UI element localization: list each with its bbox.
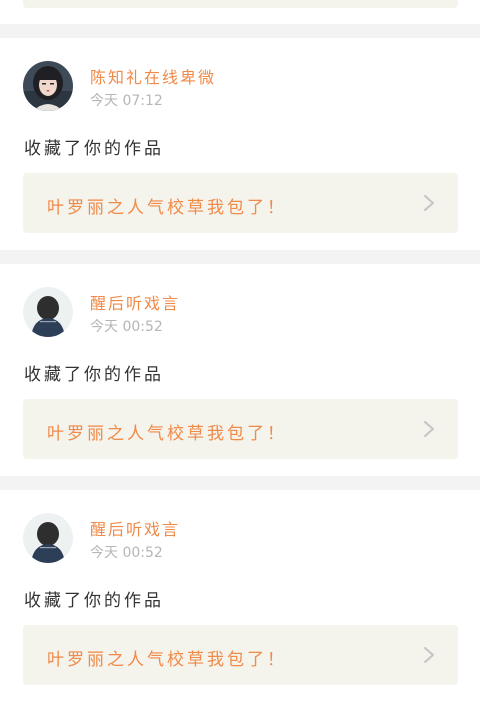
chevron-right-icon bbox=[424, 647, 434, 663]
chevron-right-icon bbox=[424, 421, 434, 437]
timestamp: 今天 00:52 bbox=[90, 319, 163, 335]
chevron-right-icon bbox=[424, 195, 434, 211]
action-text: 收藏了你的作品 bbox=[24, 365, 164, 385]
notification-card: 陈知礼在线卑微 今天 07:12 收藏了你的作品 叶罗丽之人气校草我包了！ bbox=[0, 38, 480, 250]
avatar[interactable] bbox=[23, 287, 73, 337]
username[interactable]: 醒后听戏言 bbox=[90, 516, 180, 540]
previous-work-box[interactable] bbox=[23, 0, 458, 8]
back-view-avatar-icon bbox=[23, 287, 73, 337]
work-link[interactable]: 叶罗丽之人气校草我包了！ bbox=[23, 625, 458, 685]
timestamp: 今天 00:52 bbox=[90, 545, 163, 561]
notification-card: 醒后听戏言 今天 00:52 收藏了你的作品 叶罗丽之人气校草我包了！ bbox=[0, 490, 480, 702]
work-link[interactable]: 叶罗丽之人气校草我包了！ bbox=[23, 399, 458, 459]
avatar[interactable] bbox=[23, 513, 73, 563]
girl-avatar-icon bbox=[23, 61, 73, 111]
timestamp: 今天 07:12 bbox=[90, 93, 163, 109]
action-text: 收藏了你的作品 bbox=[24, 591, 164, 611]
work-title: 叶罗丽之人气校草我包了！ bbox=[47, 198, 287, 218]
work-title: 叶罗丽之人气校草我包了！ bbox=[47, 424, 287, 444]
username[interactable]: 醒后听戏言 bbox=[90, 290, 180, 314]
previous-notification-card bbox=[0, 0, 480, 24]
work-title: 叶罗丽之人气校草我包了！ bbox=[47, 650, 287, 670]
work-link[interactable]: 叶罗丽之人气校草我包了！ bbox=[23, 173, 458, 233]
action-text: 收藏了你的作品 bbox=[24, 139, 164, 159]
username[interactable]: 陈知礼在线卑微 bbox=[90, 64, 216, 88]
avatar[interactable] bbox=[23, 61, 73, 111]
notification-card: 醒后听戏言 今天 00:52 收藏了你的作品 叶罗丽之人气校草我包了！ bbox=[0, 264, 480, 476]
back-view-avatar-icon bbox=[23, 513, 73, 563]
